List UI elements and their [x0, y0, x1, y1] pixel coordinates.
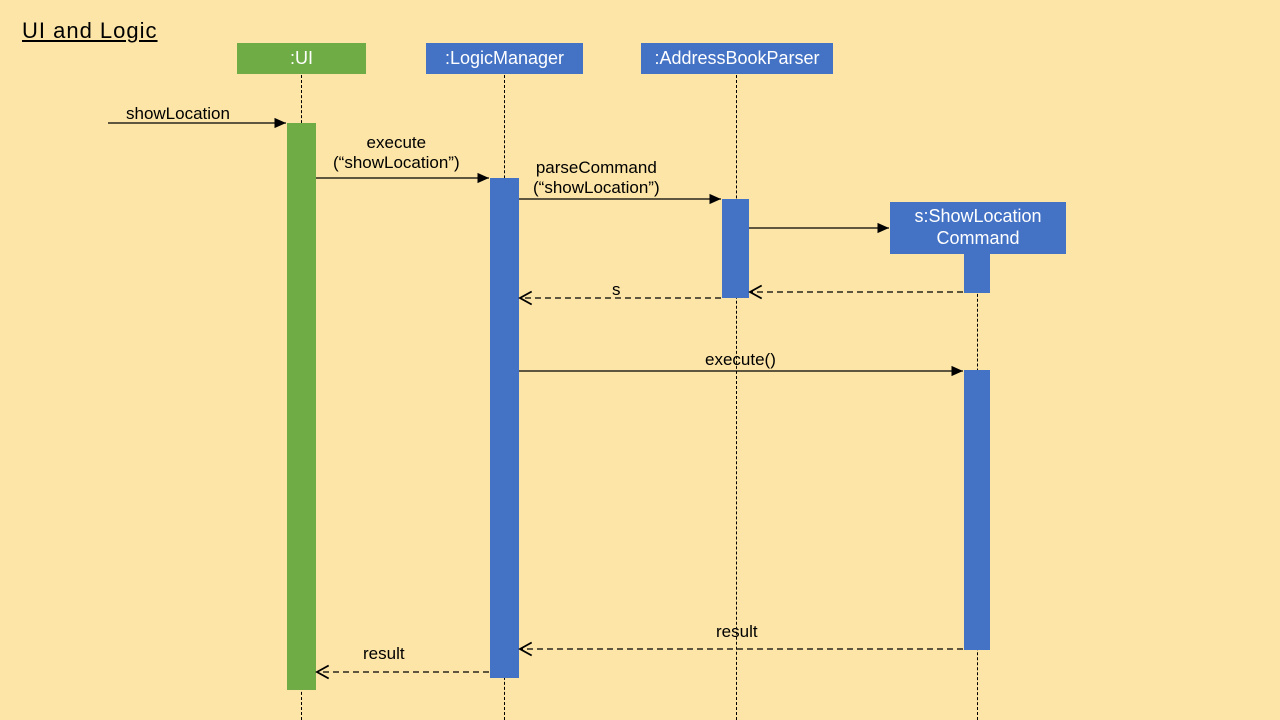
activation-ui: [287, 123, 316, 690]
activation-command-execute: [964, 370, 990, 650]
lifeline-address-book-parser: :AddressBookParser: [641, 43, 833, 74]
lifeline-ui: :UI: [237, 43, 366, 74]
label-result-logic: result: [716, 622, 758, 642]
activation-parser: [722, 199, 749, 298]
diagram-title: UI and Logic: [22, 18, 158, 44]
lifeline-show-location-command: s:ShowLocation Command: [890, 202, 1066, 254]
lifeline-logic-manager: :LogicManager: [426, 43, 583, 74]
activation-logic: [490, 178, 519, 678]
activation-command-create: [964, 254, 990, 293]
label-return-s: s: [612, 280, 621, 300]
label-execute-call: execute(): [705, 350, 776, 370]
label-showlocation: showLocation: [126, 104, 230, 124]
label-execute: execute (“showLocation”): [333, 133, 460, 174]
label-result-ui: result: [363, 644, 405, 664]
label-parsecommand: parseCommand (“showLocation”): [533, 158, 660, 199]
